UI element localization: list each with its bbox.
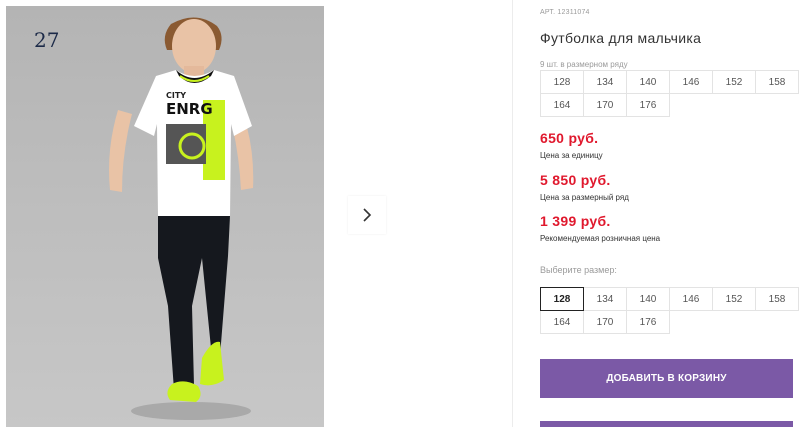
row-size-cell: 140 xyxy=(626,70,670,94)
boy-in-tshirt-image: CITY ENRG xyxy=(109,17,254,420)
size-row-grid: 128 134 140 146 152 158 164 170 176 xyxy=(540,70,800,117)
row-size-cell: 128 xyxy=(540,70,584,94)
row-price: 5 850 руб. xyxy=(540,172,611,188)
row-size-cell: 158 xyxy=(755,70,799,94)
product-gallery: CITY ENRG 27 xyxy=(0,0,512,427)
size-option[interactable]: 146 xyxy=(669,287,713,311)
row-size-cell: 164 xyxy=(540,93,584,117)
row-size-cell: 146 xyxy=(669,70,713,94)
shirt-print-small: CITY xyxy=(166,91,186,100)
choose-size-label: Выберите размер: xyxy=(540,265,617,275)
chevron-right-icon xyxy=(363,208,372,222)
row-note: 9 шт. в размерном ряду xyxy=(540,60,628,69)
divider xyxy=(512,0,513,427)
unit-price: 650 руб. xyxy=(540,130,599,146)
row-size-cell: 152 xyxy=(712,70,756,94)
size-option[interactable]: 176 xyxy=(626,310,670,334)
retail-price: 1 399 руб. xyxy=(540,213,611,229)
size-option[interactable]: 164 xyxy=(540,310,584,334)
size-option[interactable]: 170 xyxy=(583,310,627,334)
row-size-cell: 134 xyxy=(583,70,627,94)
row-size-cell: 176 xyxy=(626,93,670,117)
size-selector: 128 134 140 146 152 158 164 170 176 xyxy=(540,287,800,334)
product-sku: АРТ. 12311074 xyxy=(540,9,590,16)
size-option[interactable]: 152 xyxy=(712,287,756,311)
row-price-label: Цена за размерный ряд xyxy=(540,193,629,202)
secondary-button[interactable] xyxy=(540,421,793,427)
size-option[interactable]: 140 xyxy=(626,287,670,311)
retail-price-label: Рекомендуемая розничная цена xyxy=(540,234,661,243)
size-option[interactable]: 134 xyxy=(583,287,627,311)
product-title: Футболка для мальчика xyxy=(540,30,702,46)
product-photo[interactable]: CITY ENRG 27 xyxy=(6,6,324,427)
next-photo-button[interactable] xyxy=(348,196,386,234)
size-option[interactable]: 158 xyxy=(755,287,799,311)
size-option-selected[interactable]: 128 xyxy=(540,287,584,311)
unit-price-label: Цена за единицу xyxy=(540,151,603,160)
photo-counter: 27 xyxy=(34,28,60,52)
add-to-cart-button[interactable]: ДОБАВИТЬ В КОРЗИНУ xyxy=(540,359,793,398)
shirt-print-large: ENRG xyxy=(166,100,213,118)
row-size-cell: 170 xyxy=(583,93,627,117)
